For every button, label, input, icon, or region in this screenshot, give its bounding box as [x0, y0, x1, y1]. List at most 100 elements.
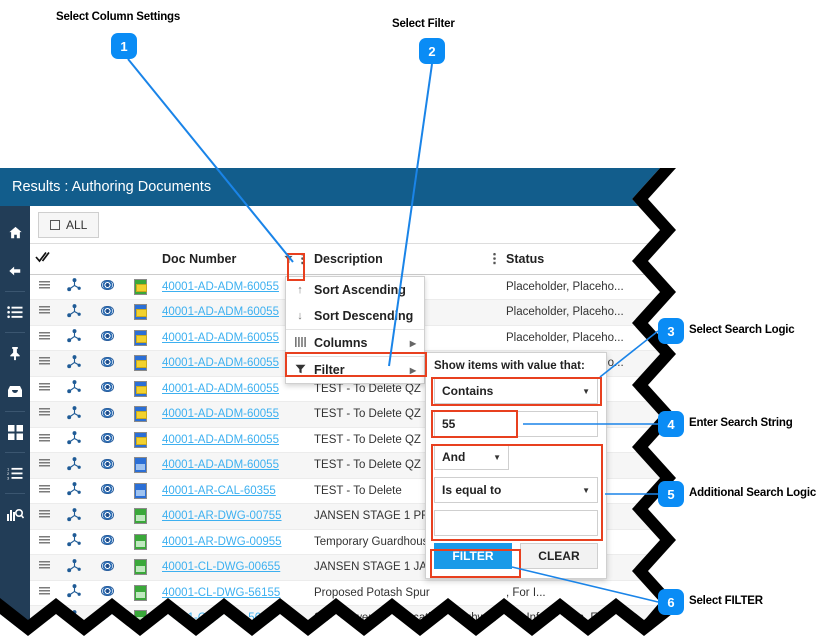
row-relate-cell[interactable]: [58, 478, 90, 504]
doc-number-link[interactable]: 40001-AD-ADM-60055: [162, 281, 279, 293]
row-menu-cell[interactable]: [30, 452, 58, 479]
row-menu-icon[interactable]: [38, 586, 50, 596]
row-menu-icon[interactable]: [38, 459, 50, 469]
header-description[interactable]: Description: [308, 244, 500, 275]
menu-item-filter[interactable]: Filter ▶: [286, 357, 424, 383]
row-view-cell[interactable]: [90, 503, 124, 530]
view-icon[interactable]: [100, 484, 114, 495]
row-menu-icon[interactable]: [38, 280, 50, 290]
row-menu-cell[interactable]: [30, 350, 58, 377]
filter-value2-input[interactable]: [434, 510, 598, 536]
doc-number-filter-icon[interactable]: [284, 253, 293, 267]
doc-number-link[interactable]: 40001-AD-ADM-60055: [162, 459, 279, 471]
row-menu-cell[interactable]: [30, 376, 58, 402]
row-menu-cell[interactable]: [30, 427, 58, 453]
doc-number-link[interactable]: 40001-AD-ADM-60055: [162, 306, 279, 318]
doc-number-link[interactable]: 40001-AD-ADM-60055: [162, 332, 279, 344]
row-relate-cell[interactable]: [58, 299, 90, 326]
row-menu-cell[interactable]: [30, 401, 58, 428]
view-icon[interactable]: [100, 331, 114, 342]
row-relate-cell[interactable]: [58, 529, 90, 555]
row-relate-cell[interactable]: [58, 325, 90, 351]
row-view-cell[interactable]: [90, 274, 124, 300]
row-relate-cell[interactable]: [58, 503, 90, 530]
row-view-cell[interactable]: [90, 299, 124, 326]
row-menu-cell[interactable]: [30, 503, 58, 530]
row-view-cell[interactable]: [90, 529, 124, 555]
row-menu-cell[interactable]: [30, 529, 58, 555]
doc-number-link[interactable]: 40001-AD-ADM-60055: [162, 434, 279, 446]
sidebar-item-list[interactable]: [0, 293, 30, 331]
row-menu-icon[interactable]: [38, 331, 50, 341]
select-all-button[interactable]: ALL: [38, 211, 100, 238]
view-icon[interactable]: [100, 433, 114, 444]
row-menu-icon[interactable]: [38, 561, 50, 571]
row-menu-cell[interactable]: [30, 478, 58, 504]
cell-doc-number[interactable]: 40001-AD-ADM-60055: [156, 452, 308, 479]
row-relate-cell[interactable]: [58, 376, 90, 402]
cell-doc-number[interactable]: 40001-AD-ADM-60055: [156, 427, 308, 453]
view-icon[interactable]: [100, 280, 114, 291]
doc-number-link[interactable]: 40001-AD-ADM-60055: [162, 383, 279, 395]
view-icon[interactable]: [100, 509, 114, 520]
view-icon[interactable]: [100, 356, 114, 367]
row-menu-cell[interactable]: [30, 554, 58, 581]
menu-item-sort-ascending[interactable]: ↑ Sort Ascending: [286, 277, 424, 303]
cell-doc-number[interactable]: 40001-AR-DWG-00955: [156, 529, 308, 555]
row-relate-cell[interactable]: [58, 427, 90, 453]
header-select-all[interactable]: [30, 244, 58, 275]
header-doc-number[interactable]: Doc Number: [156, 244, 308, 275]
cell-doc-number[interactable]: 40001-AR-CAL-60355: [156, 478, 308, 504]
row-view-cell[interactable]: [90, 452, 124, 479]
doc-number-link[interactable]: 40001-AD-ADM-60055: [162, 357, 279, 369]
row-menu-icon[interactable]: [38, 535, 50, 545]
view-icon[interactable]: [100, 458, 114, 469]
row-view-cell[interactable]: [90, 350, 124, 377]
filter-logic-select[interactable]: And ▼: [434, 444, 509, 470]
row-menu-cell[interactable]: [30, 274, 58, 300]
sidebar-item-numbered-list[interactable]: 1 2 3: [0, 454, 30, 492]
sidebar-item-report-search[interactable]: [0, 495, 30, 533]
filter-flyout-panel[interactable]: Show items with value that: Contains ▼ 5…: [425, 352, 607, 579]
filter-operator2-select[interactable]: Is equal to ▼: [434, 477, 598, 503]
row-relate-cell[interactable]: [58, 554, 90, 581]
view-icon[interactable]: [100, 382, 114, 393]
row-view-cell[interactable]: [90, 478, 124, 504]
row-view-cell[interactable]: [90, 401, 124, 428]
row-relate-cell[interactable]: [58, 401, 90, 428]
row-menu-icon[interactable]: [38, 484, 50, 494]
cell-doc-number[interactable]: 40001-CL-DWG-00655: [156, 554, 308, 581]
row-view-cell[interactable]: [90, 325, 124, 351]
doc-number-link[interactable]: 40001-AR-DWG-00955: [162, 536, 282, 548]
row-menu-icon[interactable]: [38, 382, 50, 392]
row-relate-cell[interactable]: [58, 274, 90, 300]
doc-number-link[interactable]: 40001-AR-DWG-00755: [162, 510, 282, 522]
row-menu-cell[interactable]: [30, 299, 58, 326]
doc-number-link[interactable]: 40001-AD-ADM-60055: [162, 408, 279, 420]
filter-value1-input[interactable]: 55: [434, 411, 598, 437]
column-context-menu[interactable]: ↑ Sort Ascending ↓ Sort Descending Colum…: [285, 276, 425, 384]
row-view-cell[interactable]: [90, 427, 124, 453]
cell-doc-number[interactable]: 40001-AR-DWG-00755: [156, 503, 308, 530]
row-relate-cell[interactable]: [58, 452, 90, 479]
sidebar-item-inbox[interactable]: [0, 372, 30, 410]
filter-clear-button[interactable]: CLEAR: [519, 543, 598, 569]
doc-number-link[interactable]: 40001-AR-CAL-60355: [162, 485, 276, 497]
view-icon[interactable]: [100, 586, 114, 597]
sidebar-item-home[interactable]: [0, 214, 30, 252]
sidebar-item-pin[interactable]: [0, 334, 30, 372]
row-menu-icon[interactable]: [38, 306, 50, 316]
row-menu-icon[interactable]: [38, 433, 50, 443]
row-menu-icon[interactable]: [38, 357, 50, 367]
row-menu-icon[interactable]: [38, 408, 50, 418]
sidebar-item-back[interactable]: [0, 252, 30, 290]
row-relate-cell[interactable]: [58, 350, 90, 377]
description-column-menu-icon[interactable]: [493, 252, 496, 265]
view-icon[interactable]: [100, 305, 114, 316]
row-menu-cell[interactable]: [30, 325, 58, 351]
row-menu-icon[interactable]: [38, 510, 50, 520]
view-icon[interactable]: [100, 560, 114, 571]
doc-number-link[interactable]: 40001-CL-DWG-00655: [162, 561, 280, 573]
row-view-cell[interactable]: [90, 554, 124, 581]
sidebar-item-grid[interactable]: [0, 413, 30, 451]
